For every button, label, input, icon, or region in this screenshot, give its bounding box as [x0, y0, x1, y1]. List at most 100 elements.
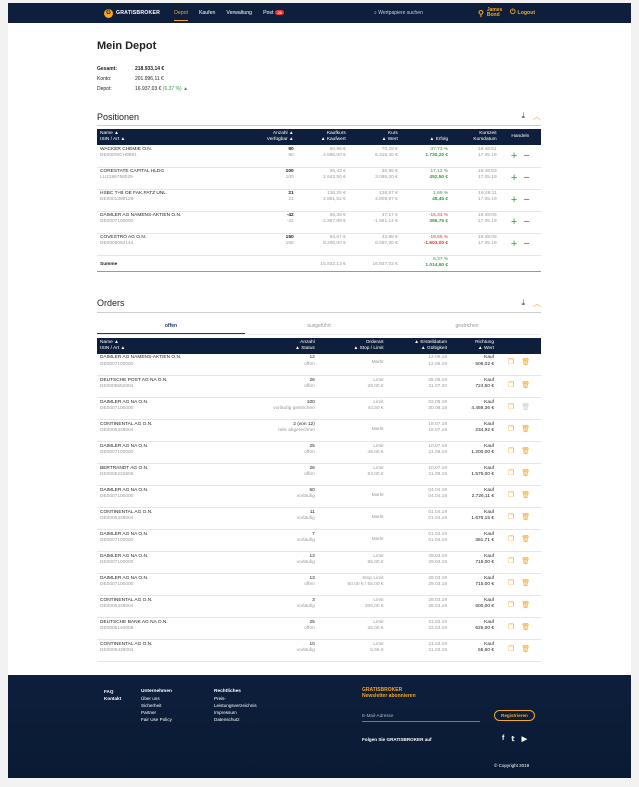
order-name[interactable]: DAIMLER AG NA O.N.	[100, 576, 148, 581]
col-isin[interactable]: ISIN / Art	[100, 137, 119, 142]
facebook-icon[interactable]: f	[502, 735, 504, 743]
nav-kaufen[interactable]: Kaufen	[199, 3, 215, 23]
order-row[interactable]: CONTINENTAL AG O.N. DE0005439004 2 (von 1…	[97, 419, 541, 443]
trash-icon[interactable]: 🗑	[521, 426, 530, 433]
copy-icon[interactable]: ❐	[508, 536, 514, 543]
order-row[interactable]: CONTINENTAL AG O.N. DE0005439004 11 vorläu…	[97, 507, 541, 531]
copy-icon[interactable]: ❐	[508, 514, 514, 521]
order-row[interactable]: DAIMLER AG NA O.N. DE0007100000 13 offen S…	[97, 573, 541, 597]
footer-faq-link[interactable]: FAQ	[104, 688, 121, 695]
col-kursdatum[interactable]: Kursdatum	[473, 137, 496, 142]
copy-icon[interactable]: ❐	[508, 382, 514, 389]
col-erfolg[interactable]: Erfolg	[436, 137, 449, 142]
col-name[interactable]: Name	[100, 131, 113, 136]
order-name[interactable]: DEUTSCHE BANK AG NA O.N.	[100, 620, 168, 625]
order-name[interactable]: CONTINENTAL AG O.N.	[100, 510, 153, 515]
table-row[interactable]: COVESTRO AG O.N. DE0006062144 150 150 54,6…	[97, 233, 541, 256]
col-richtung[interactable]: Richtung	[475, 340, 494, 345]
col-isin[interactable]: ISIN / Art	[100, 346, 119, 351]
sell-icon[interactable]: −	[523, 150, 529, 162]
table-row[interactable]: WACKER CHEMIE O.N. DE000WCH8881 90 90 50,9…	[97, 145, 541, 168]
footer-link[interactable]: Über uns	[141, 695, 172, 702]
order-name[interactable]: DEUTSCHE POST AG NA O.N.	[100, 378, 168, 383]
order-name[interactable]: BERTRANDT AG O.N.	[100, 466, 148, 471]
order-name[interactable]: DAIMLER AG NA O.N.	[100, 444, 148, 449]
order-name[interactable]: DAIMLER AG NAMENS-AKTIEN O.N.	[100, 355, 181, 360]
table-row[interactable]: DAIMLER AG NAMENS-AKTIEN O.N. DE000710000…	[97, 211, 541, 234]
user-menu[interactable]: ⚲ James Bond	[478, 8, 503, 18]
trash-icon[interactable]: 🗑	[521, 514, 530, 521]
trash-icon[interactable]: 🗑	[521, 536, 530, 543]
trash-icon[interactable]: 🗑	[521, 448, 530, 455]
tab-ausgefuehrt[interactable]: ausgeführt	[245, 319, 393, 334]
footer-link[interactable]: Partner	[141, 709, 172, 716]
sell-icon[interactable]: −	[523, 195, 529, 206]
order-row[interactable]: CONTINENTAL AG O.N. DE0005439004 3 vorläuf…	[97, 595, 541, 619]
brand-logo[interactable]: G GRATISBROKER	[104, 8, 160, 18]
table-row[interactable]: HSBC T+B OE FAK.PATZ UNL. DE0001399129 21…	[97, 189, 541, 212]
footer-link[interactable]: Datenschutz	[214, 716, 257, 723]
position-name[interactable]: DAIMLER AG NAMENS-AKTIEN O.N.	[100, 213, 181, 218]
col-orderart[interactable]: Orderart	[366, 340, 384, 345]
email-field[interactable]: E-Mail-Adresse	[362, 713, 480, 722]
sell-icon[interactable]: −	[523, 239, 529, 250]
copy-icon[interactable]: ❐	[508, 448, 514, 455]
logout-button[interactable]: ⏻ Logout	[510, 9, 535, 17]
copy-icon[interactable]: ❐	[508, 492, 514, 499]
download-icon[interactable]: ⤓	[521, 111, 525, 122]
footer-link[interactable]: Leistungsverzeichnis	[214, 702, 257, 709]
sell-icon[interactable]: −	[523, 173, 529, 184]
trash-icon[interactable]: 🗑	[521, 558, 530, 565]
col-anzahl[interactable]: Anzahl	[273, 131, 288, 136]
order-row[interactable]: DAIMLER AG NA O.N. DE0007100000 25 offen L…	[97, 441, 541, 465]
order-row[interactable]: BERTRANDT AG O.N. DE0005232805 26 offen Li…	[97, 463, 541, 487]
nav-verwaltung[interactable]: Verwaltung	[226, 3, 252, 23]
order-row[interactable]: DAIMLER AG NA O.N. DE0007100000 7 vorläufi…	[97, 529, 541, 553]
sell-icon[interactable]: −	[523, 217, 529, 228]
position-name[interactable]: HSBC T+B OE FAK.PATZ UNL.	[100, 191, 167, 196]
buy-icon[interactable]: +	[511, 173, 517, 184]
search-input[interactable]: ⌕ Wertpapiere suchen	[374, 10, 423, 16]
col-kaufkurs[interactable]: Kaufkurs	[327, 131, 346, 136]
buy-icon[interactable]: +	[511, 217, 517, 228]
order-name[interactable]: DAIMLER AG NA O.N.	[100, 532, 148, 537]
trash-icon[interactable]: 🗑	[521, 492, 530, 499]
order-name[interactable]: DAIMLER AG NA O.N.	[100, 488, 148, 493]
nav-depot[interactable]: Depot	[174, 3, 188, 23]
copy-icon[interactable]: ❐	[508, 470, 514, 477]
buy-icon[interactable]: +	[511, 195, 517, 206]
col-kaufwert[interactable]: Kaufwert	[327, 137, 346, 142]
copy-icon[interactable]: ❐	[508, 580, 514, 587]
order-row[interactable]: DAIMLER AG NA O.N. DE0007100000 50 vorläuf…	[97, 485, 541, 509]
col-stop[interactable]: Stop / Limit	[360, 346, 384, 351]
order-row[interactable]: DEUTSCHE POST AG NA O.N. DE0005552004 26 o…	[97, 375, 541, 399]
footer-link[interactable]: Preis-	[214, 695, 257, 702]
col-kurszeit[interactable]: Kurszeit	[479, 131, 496, 136]
order-row[interactable]: DAIMLER AG NAMENS-AKTIEN O.N. DE000710000…	[97, 353, 541, 377]
trash-icon[interactable]: 🗑	[521, 382, 530, 389]
trash-icon[interactable]: 🗑	[521, 404, 530, 411]
copy-icon[interactable]: ❐	[508, 624, 514, 631]
trash-icon[interactable]: 🗑	[521, 624, 530, 631]
footer-link[interactable]: Impressum	[214, 709, 257, 716]
position-name[interactable]: WACKER CHEMIE O.N.	[100, 147, 152, 152]
order-row[interactable]: DAIMLER AG NA O.N. DE0007100000 100 vorläu…	[97, 397, 541, 421]
collapse-icon[interactable]: ︿	[533, 111, 541, 122]
order-row[interactable]: DEUTSCHE BANK AG NA O.N. DE0005140008 25 o…	[97, 617, 541, 641]
col-status[interactable]: Status	[301, 346, 315, 351]
trash-icon[interactable]: 🗑	[521, 359, 530, 366]
register-button[interactable]: Registrieren	[494, 710, 535, 721]
position-name[interactable]: CORESTATE CAPITAL HLDG	[100, 169, 164, 174]
order-name[interactable]: CONTINENTAL AG O.N.	[100, 598, 153, 603]
order-name[interactable]: CONTINENTAL AG O.N.	[100, 642, 153, 647]
trash-icon[interactable]: 🗑	[521, 646, 530, 653]
position-name[interactable]: COVESTRO AG O.N.	[100, 235, 146, 240]
copy-icon[interactable]: ❐	[508, 404, 514, 411]
trash-icon[interactable]: 🗑	[521, 602, 530, 609]
order-name[interactable]: CONTINENTAL AG O.N.	[100, 422, 153, 427]
copy-icon[interactable]: ❐	[508, 426, 514, 433]
col-erstell[interactable]: Erstelldatum	[420, 340, 447, 345]
col-anzahl[interactable]: Anzahl	[300, 340, 315, 345]
trash-icon[interactable]: 🗑	[521, 470, 530, 477]
download-icon[interactable]: ⤓	[521, 298, 525, 309]
